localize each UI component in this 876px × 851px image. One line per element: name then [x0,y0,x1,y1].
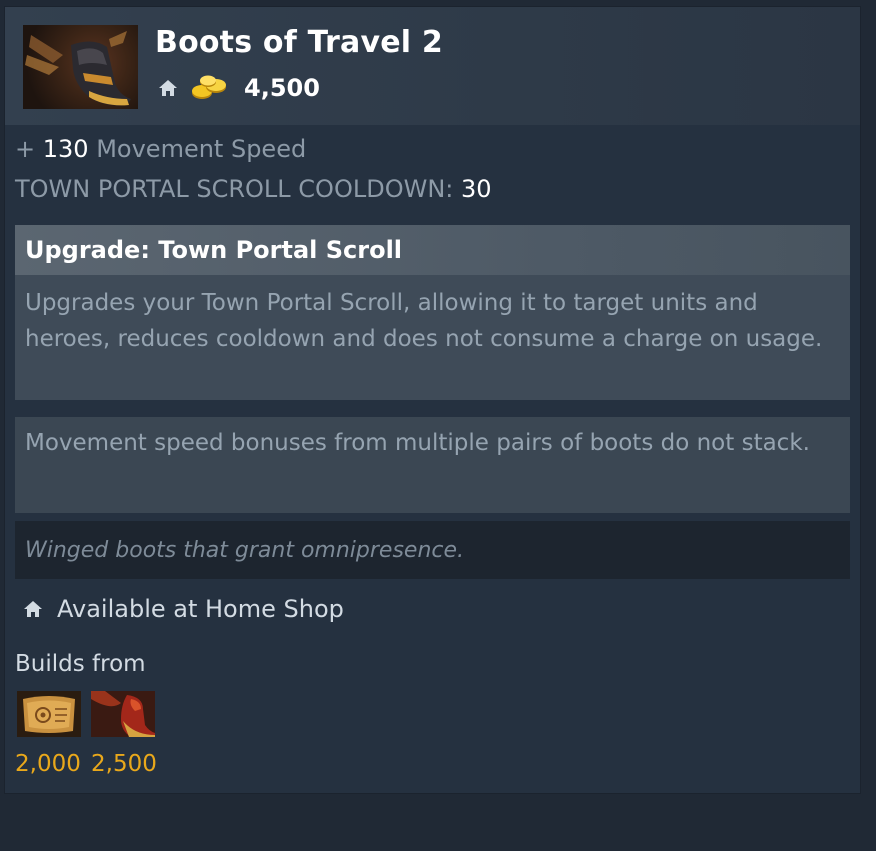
builds-from-label: Builds from [15,651,146,677]
stat-label: TOWN PORTAL SCROLL COOLDOWN: [15,175,454,203]
component-price: 2,500 [91,751,157,777]
movement-speed-stat: + 130 Movement Speed [15,135,306,163]
component-price: 2,000 [15,751,81,777]
stat-value: 30 [461,175,492,203]
availability-row: Available at Home Shop [23,593,344,625]
item-cost-row: 4,500 [158,71,320,105]
town-portal-scroll-icon[interactable] [17,691,81,737]
home-shop-icon [24,601,42,617]
home-shop-icon [159,80,177,96]
winged-boots-icon [23,25,138,109]
ability-description: Upgrades your Town Portal Scroll, allowi… [25,290,823,352]
stat-prefix: + [15,135,36,163]
item-tooltip: Boots of Travel 2 4,500 + 130 Movement S… [5,7,860,793]
stat-value: 130 [42,135,89,163]
availability-label: Available at Home Shop [57,595,344,623]
item-cost: 4,500 [244,74,320,102]
tp-cooldown-stat: TOWN PORTAL SCROLL COOLDOWN: 30 [15,175,492,203]
stat-label: Movement Speed [96,135,307,163]
boots-icon[interactable] [91,691,155,737]
ability-title: Upgrade: Town Portal Scroll [15,225,850,275]
ability-block: Upgrade: Town Portal Scroll Upgrades you… [15,225,850,400]
lore-text: Winged boots that grant omnipresence. [15,521,850,579]
item-title: Boots of Travel 2 [155,25,443,60]
gold-coins-icon [192,75,226,99]
boots-note: Movement speed bonuses from multiple pai… [15,417,850,513]
tooltip-header: Boots of Travel 2 4,500 [5,7,860,125]
